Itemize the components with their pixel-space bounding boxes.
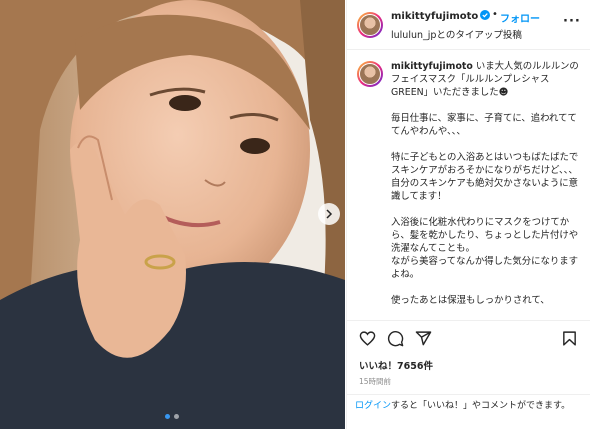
verified-badge-icon xyxy=(480,10,491,20)
login-link[interactable]: ログイン xyxy=(355,401,391,411)
caption-paragraph-4: 入浴後に化粧水代わりにマスクをつけてから、髪を乾かしたり、ちょっとした片付けや洗… xyxy=(391,217,579,280)
caption-paragraph-2: 毎日仕事に、家事に、子育てに、追われてててんやわんや、、、 xyxy=(391,113,577,137)
carousel-dots xyxy=(165,414,179,419)
caption-paragraph-5: 使ったあとは保湿もしっかりされて、 xyxy=(391,295,550,306)
paid-partnership-label[interactable]: lululun_jpとのタイアップ投稿 xyxy=(391,27,522,41)
post-caption: mikittyfujimoto いま大人気のルルルンのフェイスマスク「ルルルンプレ… xyxy=(391,60,583,320)
author-username-text[interactable]: mikittyfujimoto xyxy=(391,11,478,22)
carousel-dot-1 xyxy=(165,414,170,419)
caption-paragraph-1: mikittyfujimoto いま大人気のルルルンのフェイスマスク「ルルルンプレ… xyxy=(391,60,583,99)
post-timestamp[interactable]: 15時間前 xyxy=(359,376,391,387)
next-photo-button[interactable] xyxy=(318,203,340,225)
follow-button[interactable]: フォロー xyxy=(500,10,540,25)
more-options-icon[interactable]: ··· xyxy=(563,14,581,29)
caption-username[interactable]: mikittyfujimoto xyxy=(391,61,473,72)
share-icon[interactable] xyxy=(415,330,432,347)
heart-icon[interactable] xyxy=(359,330,376,347)
post-photo[interactable] xyxy=(0,0,345,429)
selfie-image xyxy=(0,0,345,429)
login-prompt: ログインすると「いいね！」やコメントができます。 xyxy=(347,394,590,429)
action-bar xyxy=(347,322,590,354)
bookmark-icon[interactable] xyxy=(561,330,578,347)
author-username[interactable]: mikittyfujimoto xyxy=(391,10,491,22)
caption-avatar[interactable] xyxy=(357,61,383,87)
instagram-post-window: mikittyfujimoto • フォロー lululun_jpとのタイアップ… xyxy=(0,0,590,429)
caption-paragraph-3: 特に子どもとの入浴あとはいつもばたばたでスキンケアがおろそかになりがちだけど、、… xyxy=(391,152,579,202)
author-avatar[interactable] xyxy=(357,12,383,38)
login-prompt-text: すると「いいね！」やコメントができます。 xyxy=(391,401,571,411)
comment-icon[interactable] xyxy=(387,330,404,347)
likes-count[interactable]: いいね！7656件 xyxy=(359,358,433,372)
post-side-panel: mikittyfujimoto • フォロー lululun_jpとのタイアップ… xyxy=(346,0,590,429)
post-header: mikittyfujimoto • フォロー lululun_jpとのタイアップ… xyxy=(347,0,590,50)
carousel-dot-2 xyxy=(174,414,179,419)
chevron-right-icon xyxy=(326,209,333,219)
header-separator: • xyxy=(492,9,498,20)
caption-scroll-area[interactable]: mikittyfujimoto いま大人気のルルルンのフェイスマスク「ルルルンプレ… xyxy=(347,51,590,321)
